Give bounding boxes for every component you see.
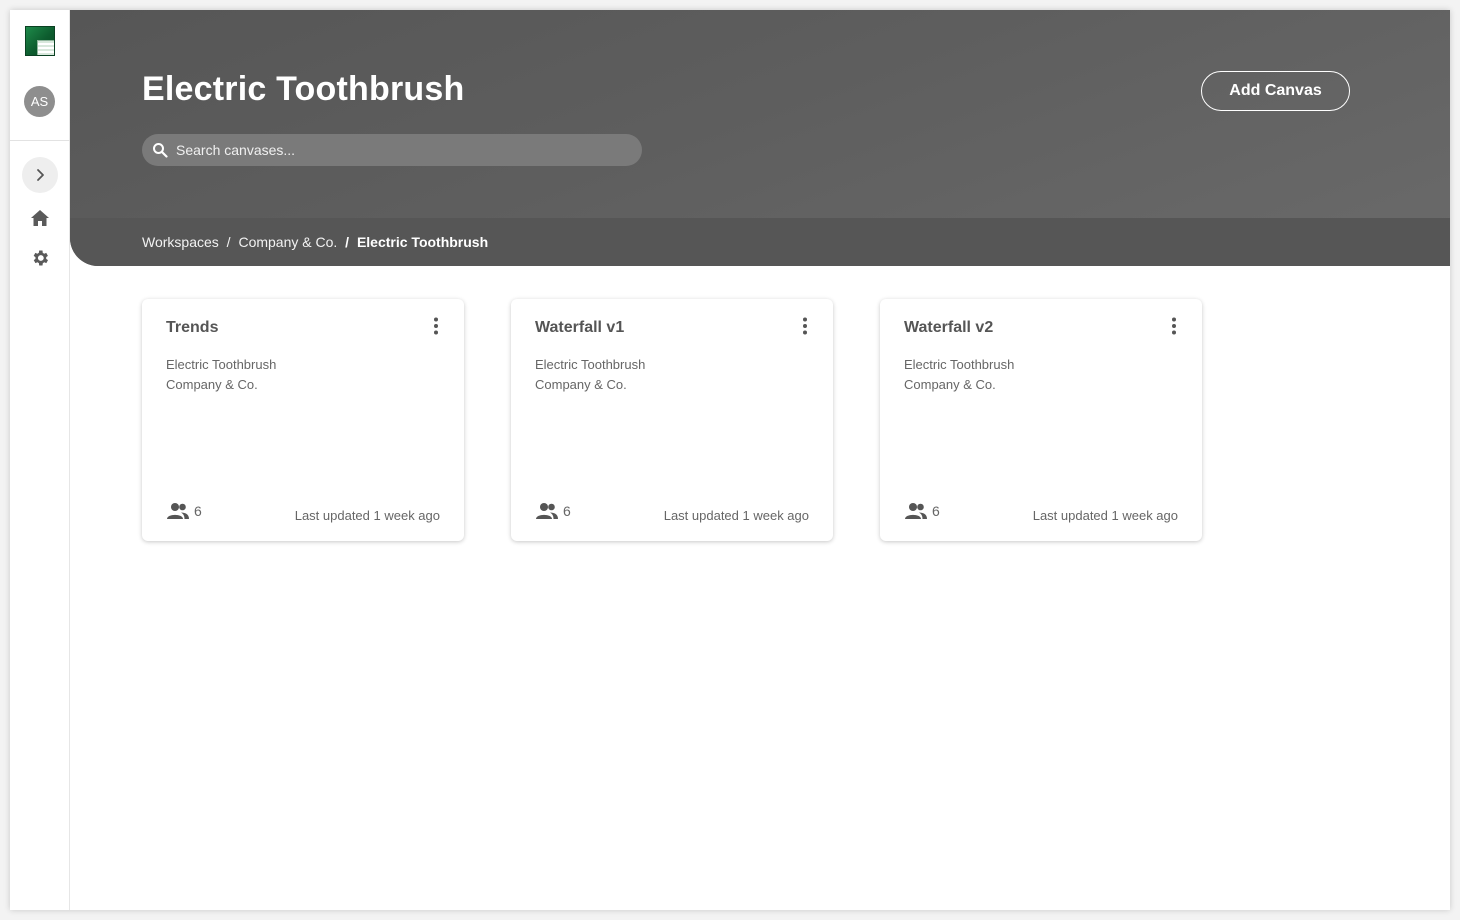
card-workspace: Company & Co. [904,377,996,392]
more-vertical-icon [434,317,438,335]
breadcrumb-separator: / [226,234,231,250]
chevron-right-icon [37,169,44,181]
card-last-updated: Last updated 1 week ago [1032,508,1178,523]
more-vertical-icon [803,317,807,335]
card-workspace: Company & Co. [535,377,627,392]
more-vertical-icon [1172,317,1176,335]
home-icon [31,210,49,226]
users-icon [167,503,189,519]
card-menu-button[interactable] [795,316,815,336]
card-users-count: 6 [563,503,571,519]
sidebar-item-home[interactable] [29,207,51,229]
search-icon [153,143,168,158]
card-last-updated: Last updated 1 week ago [294,508,440,523]
search-bar[interactable] [142,134,642,166]
card-project: Electric Toothbrush [904,357,1015,372]
card-project: Electric Toothbrush [166,357,277,372]
sidebar-item-settings[interactable] [29,247,51,269]
canvas-card[interactable]: Waterfall v1 Electric Toothbrush Company… [511,299,833,541]
card-last-updated: Last updated 1 week ago [663,508,809,523]
app-window: AS Electric Toothbrush Add Canvas Search… [10,10,1450,910]
breadcrumb-separator: / [345,234,350,250]
card-users-count: 6 [932,503,940,519]
canvas-card[interactable]: Trends Electric Toothbrush Company & Co.… [142,299,464,541]
breadcrumb-item-workspaces[interactable]: Workspaces [142,234,219,250]
card-title: Waterfall v2 [904,319,994,336]
card-workspace: Company & Co. [166,377,258,392]
card-title: Trends [166,319,219,336]
card-menu-button[interactable] [1164,316,1184,336]
page-title: Electric Toothbrush [142,70,465,108]
users-icon [905,503,927,519]
card-menu-button[interactable] [426,316,446,336]
avatar[interactable]: AS [24,86,55,117]
add-canvas-button[interactable]: Add Canvas [1201,71,1350,111]
canvas-card[interactable]: Waterfall v2 Electric Toothbrush Company… [880,299,1202,541]
gear-icon [33,250,48,266]
page-header: Electric Toothbrush Add Canvas Workspace… [70,10,1450,266]
card-project: Electric Toothbrush [535,357,646,372]
expand-sidebar-button[interactable] [22,157,58,193]
users-icon [536,503,558,519]
breadcrumb: Workspaces / Company & Co. / Electric To… [142,234,488,250]
card-title: Waterfall v1 [535,319,625,336]
breadcrumb-current: Electric Toothbrush [356,234,489,250]
app-logo[interactable] [25,26,55,56]
search-input[interactable] [176,134,626,166]
breadcrumb-item-company[interactable]: Company & Co. [238,234,337,250]
card-users-count: 6 [194,503,202,519]
sidebar: AS [10,10,70,910]
sidebar-divider [10,140,70,141]
